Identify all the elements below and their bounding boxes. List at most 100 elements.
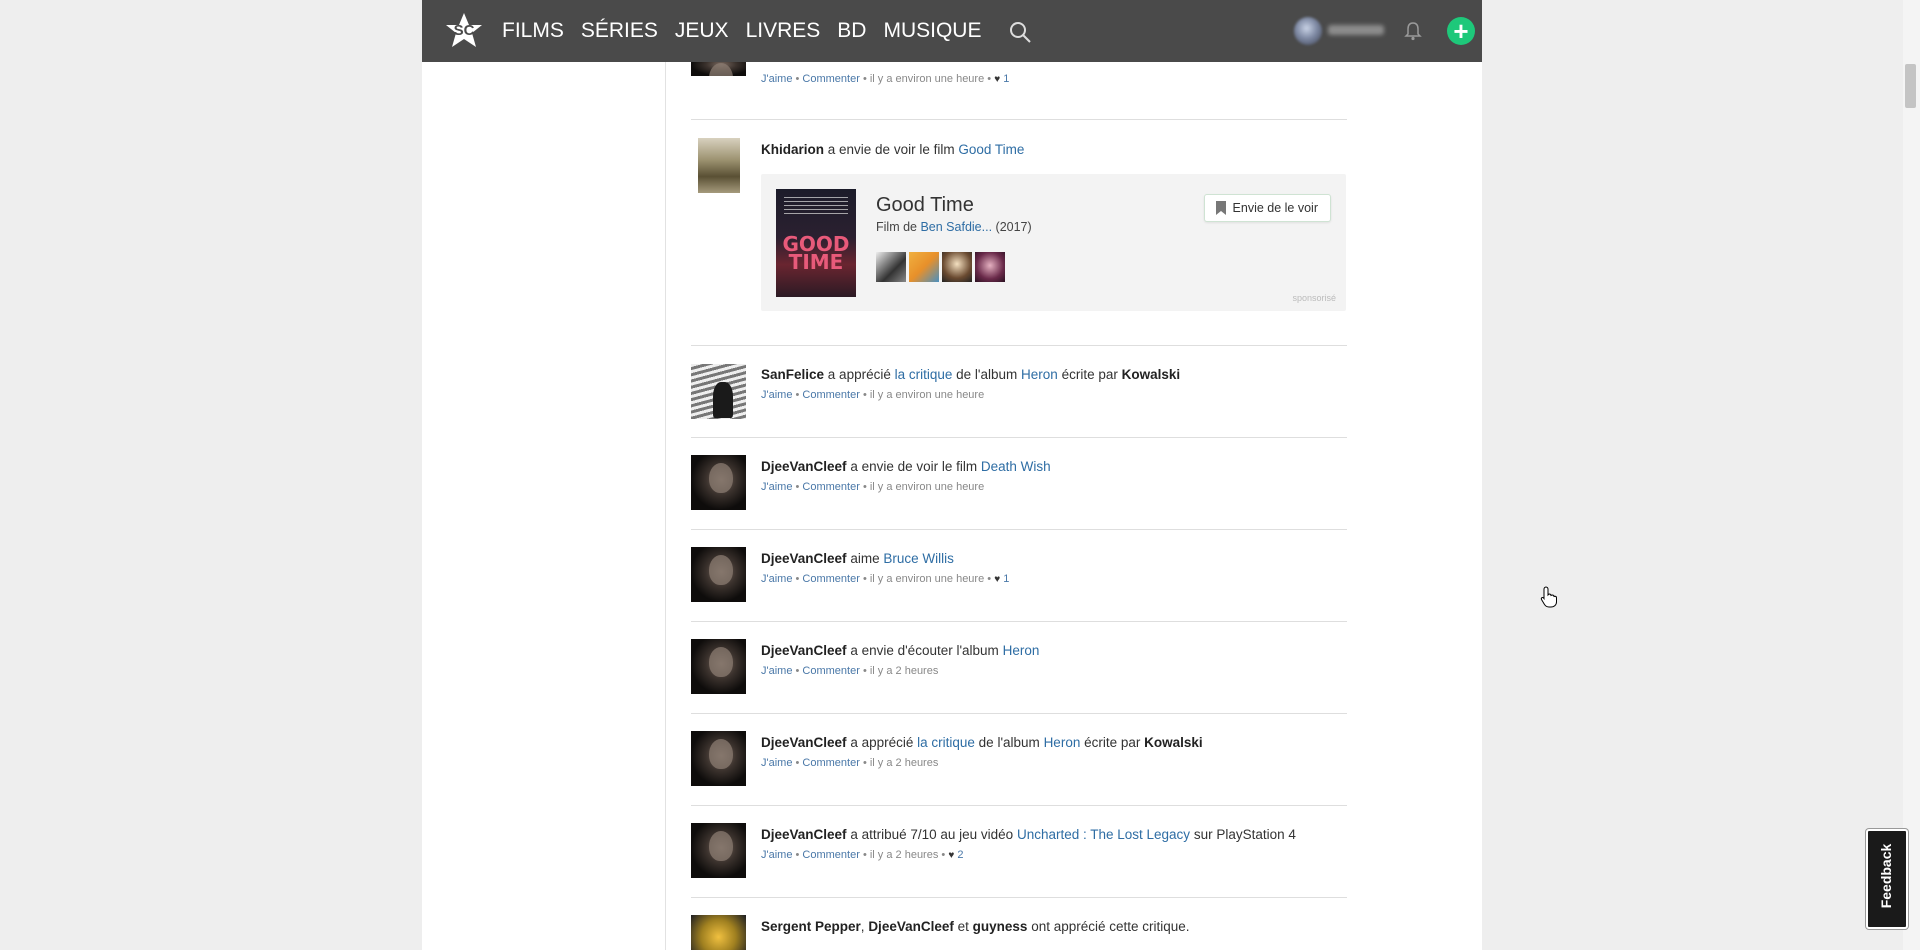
- like-link[interactable]: J'aime: [761, 73, 792, 85]
- user-link[interactable]: guyness: [973, 919, 1028, 934]
- friend-avatar[interactable]: [876, 252, 906, 282]
- friend-avatar[interactable]: [942, 252, 972, 282]
- avatar[interactable]: [691, 455, 746, 510]
- like-count[interactable]: 2: [957, 849, 963, 861]
- nav-bd[interactable]: BD: [837, 19, 866, 43]
- feed-item: Sergent Pepper, DjeeVanCleef et guyness …: [691, 898, 1347, 950]
- like-link[interactable]: J'aime: [761, 573, 792, 585]
- avatar[interactable]: [691, 547, 746, 602]
- sc-logo-icon[interactable]: SC: [442, 11, 486, 53]
- like-link[interactable]: J'aime: [761, 849, 792, 861]
- nav-musique[interactable]: MUSIQUE: [883, 19, 981, 43]
- friend-avatar[interactable]: [909, 252, 939, 282]
- action-text: aime: [850, 551, 880, 566]
- action-text: sur PlayStation 4: [1193, 827, 1296, 842]
- scrollbar-thumb[interactable]: [1905, 64, 1916, 108]
- poster-caption-lines: [784, 197, 848, 215]
- album-link[interactable]: Heron: [1044, 735, 1081, 750]
- film-title[interactable]: Good Time: [876, 194, 974, 217]
- action-text: et: [957, 919, 969, 934]
- like-count[interactable]: 1: [1003, 573, 1009, 585]
- avatar[interactable]: [691, 823, 746, 878]
- avatar[interactable]: [691, 364, 746, 419]
- user-link[interactable]: Khidarion: [761, 142, 824, 157]
- want-to-see-button[interactable]: Envie de le voir: [1203, 194, 1331, 222]
- heart-icon: ♥: [994, 574, 1001, 585]
- search-icon[interactable]: [1008, 20, 1032, 44]
- author-link[interactable]: Kowalski: [1144, 735, 1203, 750]
- review-link[interactable]: la critique: [917, 735, 975, 750]
- comment-link[interactable]: Commenter: [802, 849, 859, 861]
- sub-prefix: Film de: [876, 220, 917, 234]
- nav-jeux[interactable]: JEUX: [675, 19, 729, 43]
- item-meta: J'aime • Commenter • il y a environ une …: [761, 73, 1010, 85]
- director-link[interactable]: Ben Safdie...: [920, 220, 992, 234]
- feed-item: DjeeVanCleef a apprécié la critique de l…: [691, 714, 1347, 806]
- feed-item: DjeeVanCleef a attribué 7/10 au jeu vidé…: [691, 806, 1347, 898]
- user-link[interactable]: DjeeVanCleef: [761, 459, 847, 474]
- film-card: GOOD TIME Good Time Film de Ben Safdie..…: [761, 174, 1346, 311]
- action-text: a envie d'écouter l'album: [850, 643, 999, 658]
- game-link[interactable]: Uncharted : The Lost Legacy: [1017, 827, 1190, 842]
- like-link[interactable]: J'aime: [761, 665, 792, 677]
- review-link[interactable]: la critique: [895, 367, 953, 382]
- sponsored-label: sponsorisé: [1292, 293, 1336, 303]
- nav-series[interactable]: SÉRIES: [581, 19, 658, 43]
- avatar[interactable]: [691, 639, 746, 694]
- action-text: écrite par: [1061, 367, 1118, 382]
- album-link[interactable]: Heron: [1021, 367, 1058, 382]
- film-link[interactable]: Death Wish: [981, 459, 1051, 474]
- user-link[interactable]: DjeeVanCleef: [761, 643, 847, 658]
- add-button[interactable]: +: [1447, 17, 1475, 45]
- left-column-divider: [665, 62, 666, 950]
- action-text: de l'album: [978, 735, 1040, 750]
- like-count[interactable]: 1: [1003, 73, 1009, 85]
- film-poster[interactable]: GOOD TIME: [776, 189, 856, 297]
- comment-link[interactable]: Commenter: [802, 665, 859, 677]
- user-avatar[interactable]: [1294, 17, 1322, 45]
- film-year: (2017): [995, 220, 1032, 234]
- album-link[interactable]: Heron: [1003, 643, 1040, 658]
- comment-link[interactable]: Commenter: [802, 757, 859, 769]
- timestamp: il y a environ une heure: [869, 73, 985, 85]
- item-text: Khidarion a envie de voir le film Good T…: [761, 142, 1024, 157]
- item-text: DjeeVanCleef a apprécié la critique de l…: [761, 735, 1203, 750]
- timestamp: il y a 2 heures: [869, 757, 939, 769]
- action-text: a envie de voir le film: [827, 142, 955, 157]
- like-link[interactable]: J'aime: [761, 481, 792, 493]
- feed-item: DjeeVanCleef a envie d'écouter l'album H…: [691, 622, 1347, 714]
- heart-icon: ♥: [994, 74, 1001, 85]
- main-page: J'aime • Commenter • il y a environ une …: [422, 0, 1482, 950]
- like-link[interactable]: J'aime: [761, 757, 792, 769]
- avatar[interactable]: [691, 915, 746, 950]
- like-link[interactable]: J'aime: [761, 389, 792, 401]
- friend-avatars: [876, 252, 1008, 282]
- comment-link[interactable]: Commenter: [802, 573, 859, 585]
- user-name-blurred[interactable]: [1328, 25, 1384, 35]
- comment-link[interactable]: Commenter: [802, 481, 859, 493]
- comment-link[interactable]: Commenter: [802, 389, 859, 401]
- avatar[interactable]: [691, 731, 746, 786]
- user-link[interactable]: Sergent Pepper: [761, 919, 861, 934]
- feedback-button[interactable]: Feedback: [1866, 829, 1908, 929]
- scrollbar-track[interactable]: [1903, 0, 1920, 950]
- person-link[interactable]: Bruce Willis: [883, 551, 954, 566]
- feed-item: SanFelice a apprécié la critique de l'al…: [691, 346, 1347, 438]
- comment-link[interactable]: Commenter: [802, 73, 859, 85]
- separator: ,: [860, 919, 865, 934]
- author-link[interactable]: Kowalski: [1122, 367, 1181, 382]
- item-text: Sergent Pepper, DjeeVanCleef et guyness …: [761, 919, 1190, 934]
- item-meta: J'aime • Commenter • il y a 2 heures: [761, 665, 939, 677]
- user-link[interactable]: DjeeVanCleef: [761, 827, 847, 842]
- bell-icon[interactable]: [1402, 20, 1424, 42]
- user-link[interactable]: DjeeVanCleef: [868, 919, 954, 934]
- user-link[interactable]: SanFelice: [761, 367, 824, 382]
- action-text: a apprécié: [850, 735, 914, 750]
- film-link[interactable]: Good Time: [958, 142, 1024, 157]
- avatar[interactable]: [698, 138, 740, 193]
- nav-livres[interactable]: LIVRES: [746, 19, 821, 43]
- user-link[interactable]: DjeeVanCleef: [761, 551, 847, 566]
- friend-avatar[interactable]: [975, 252, 1005, 282]
- user-link[interactable]: DjeeVanCleef: [761, 735, 847, 750]
- nav-films[interactable]: FILMS: [502, 19, 564, 43]
